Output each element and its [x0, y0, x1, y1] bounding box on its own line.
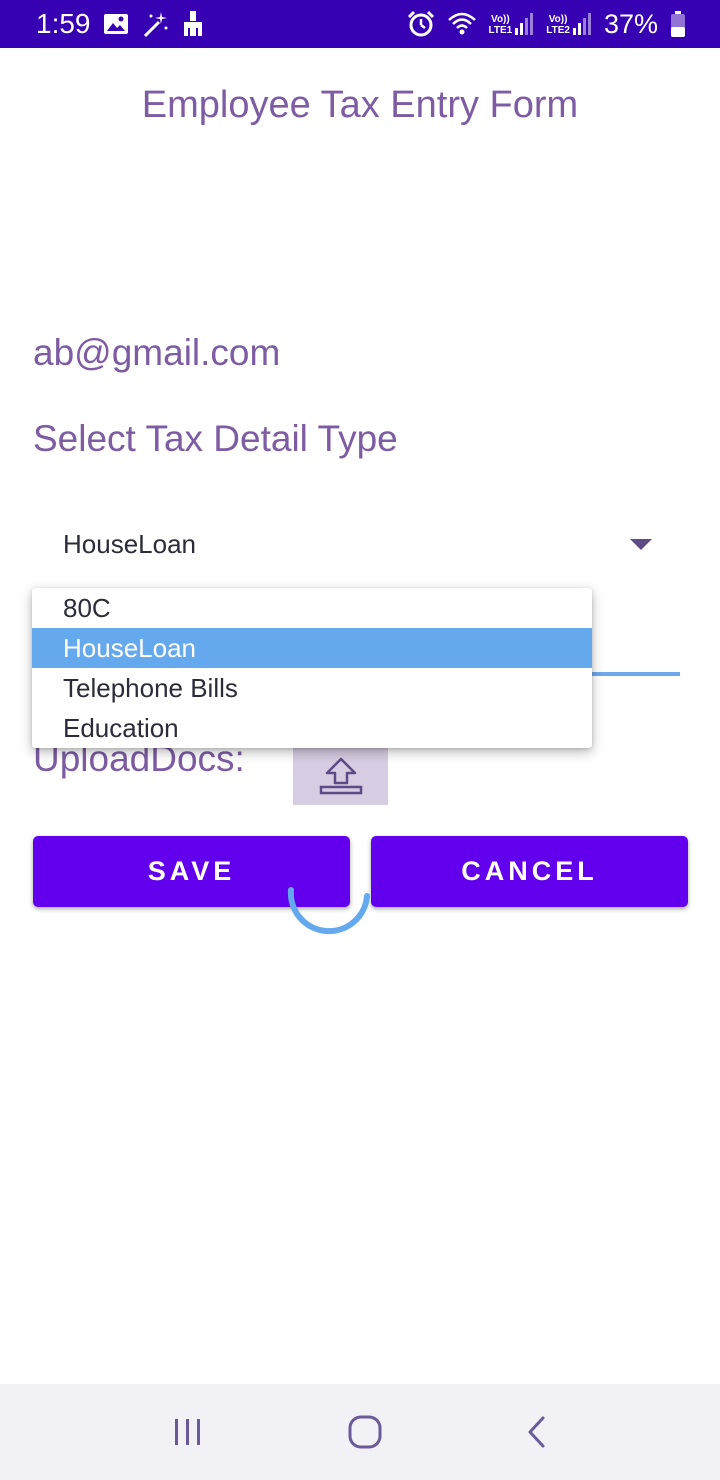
user-email: ab@gmail.com [33, 332, 281, 373]
spinner-selected-value: HouseLoan [63, 528, 196, 559]
dropdown-item-houseloan[interactable]: HouseLoan [32, 628, 592, 668]
status-left: 1:59 [36, 8, 205, 40]
sim1-label-bottom: LTE1 [488, 25, 513, 36]
battery-percent: 37% [603, 8, 658, 39]
status-time: 1:59 [36, 8, 91, 39]
navigation-bar [0, 1384, 720, 1480]
gallery-icon [103, 12, 129, 36]
tax-type-dropdown: 80C HouseLoan Telephone Bills Education [32, 588, 592, 748]
sim2-label-bottom: LTE2 [546, 25, 570, 36]
sim1-label-top: Vo)) [491, 14, 510, 25]
status-right: Vo)) LTE1 Vo)) LTE2 37% [407, 9, 686, 40]
amount-input-underline[interactable] [592, 672, 680, 676]
signal-icon [572, 13, 591, 35]
alarm-icon [407, 10, 435, 38]
status-bar: 1:59 Vo)) LTE1 Vo)) LTE2 37% [0, 0, 720, 48]
cancel-button[interactable]: CANCEL [371, 836, 688, 907]
dropdown-item-education[interactable]: Education [32, 708, 592, 748]
page-title: Employee Tax Entry Form [141, 84, 579, 126]
wifi-icon [447, 11, 477, 37]
sim2-signal: Vo)) LTE2 [546, 12, 592, 36]
back-icon[interactable] [525, 1415, 549, 1449]
battery-icon [670, 10, 686, 38]
upload-icon [319, 757, 362, 794]
upload-docs-button[interactable] [293, 746, 388, 805]
tax-type-spinner[interactable]: HouseLoan [33, 514, 668, 574]
sim1-signal: Vo)) LTE1 [489, 12, 535, 36]
progress-spinner [287, 887, 370, 935]
sim2-label: Vo)) LTE2 [546, 14, 570, 36]
broom-icon [181, 10, 205, 38]
tax-type-label: Select Tax Detail Type [33, 418, 398, 459]
signal-icon [515, 13, 534, 35]
dropdown-arrow-icon [630, 538, 652, 550]
home-icon[interactable] [347, 1414, 383, 1450]
recent-apps-icon[interactable] [171, 1417, 205, 1447]
dropdown-item-telephone-bills[interactable]: Telephone Bills [32, 668, 592, 708]
sim1-label: Vo)) LTE1 [489, 14, 513, 36]
sim2-label-top: Vo)) [548, 14, 568, 25]
dropdown-item-80c[interactable]: 80C [32, 588, 592, 628]
magic-wand-icon [141, 10, 169, 38]
